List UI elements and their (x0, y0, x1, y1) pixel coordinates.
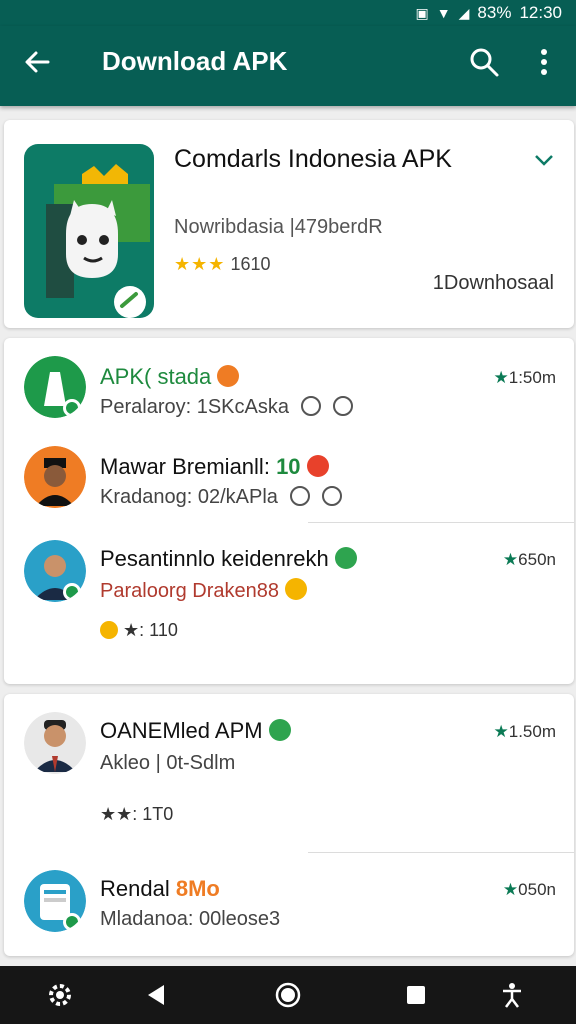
signal-icon: ◢ (458, 5, 470, 21)
item-time: ★1:50m (493, 368, 557, 387)
list-item[interactable]: Mawar Bremianll: 10 Kradanog: 02/kAPla (4, 446, 574, 526)
item-title: OANEMled APM (100, 718, 291, 744)
item-time: ★1.50m (493, 722, 557, 741)
emoji-icon (306, 455, 329, 477)
verified-badge-icon (268, 719, 291, 741)
app-logo-icon (24, 144, 154, 318)
list-item[interactable]: Pesantinnlo keidenrekh Paraloorg Draken8… (4, 540, 574, 660)
review-list-card: OANEMled APM Akleo | 0t-Sdlm ★★: 1T0 ★1.… (4, 694, 574, 956)
list-item[interactable]: APK( stada Peralaroy: 1SKcAska ★1:50m (4, 356, 574, 436)
avatar (24, 540, 86, 602)
status-icon (332, 396, 353, 416)
verified-badge-icon (217, 365, 240, 387)
rating-stars: ★★★ (174, 254, 226, 274)
page-title: Download APK (102, 46, 288, 76)
status-icon (321, 486, 342, 506)
app-bar: Download APK (0, 26, 576, 106)
item-title: Pesantinnlo keidenrekh (100, 546, 357, 572)
emoji-icon (100, 621, 118, 639)
status-icon (289, 486, 310, 506)
item-title: APK( stada (100, 364, 240, 390)
recents-square-icon[interactable] (402, 981, 430, 1009)
list-item[interactable]: OANEMled APM Akleo | 0t-Sdlm ★★: 1T0 ★1.… (4, 712, 574, 842)
accessibility-icon[interactable] (498, 981, 526, 1009)
list-item[interactable]: Rendal 8Mo Mladanoa: 00leose3 ★050n (4, 870, 574, 950)
item-subtitle: Mladanoa: 00leose3 (100, 908, 281, 930)
chevron-down-icon[interactable] (532, 148, 556, 172)
status-icon (300, 396, 321, 416)
item-time: ★050n (502, 880, 556, 899)
download-button[interactable]: 1Downhosaal (433, 272, 554, 295)
divider (308, 852, 574, 853)
app-summary-card[interactable]: Comdarls Indonesia APK Nowribdasia |479b… (4, 120, 574, 328)
nfc-icon: ▣ (415, 5, 429, 21)
emoji-icon (285, 578, 307, 600)
settings-icon[interactable] (46, 981, 74, 1009)
app-developer: Nowribdasia |479berdR (174, 216, 383, 238)
item-subtitle: Peralaroy: 1SKcAska (100, 396, 353, 419)
item-title: Rendal 8Mo (100, 876, 220, 901)
avatar (24, 356, 86, 418)
item-subtitle: Paraloorg Draken88 (100, 578, 307, 603)
app-name: Comdarls Indonesia APK (174, 145, 452, 173)
avatar (24, 712, 86, 774)
search-icon[interactable] (466, 44, 502, 80)
item-subtitle: Akleo | 0t-Sdlm (100, 752, 236, 774)
item-subtitle: Kradanog: 02/kAPla (100, 486, 342, 509)
back-arrow-icon[interactable] (20, 44, 56, 80)
battery-level: 83% (477, 3, 512, 22)
rating-count: 1610 (230, 254, 271, 274)
item-rating: ★: 110 (100, 620, 178, 641)
home-circle-icon[interactable] (274, 981, 302, 1009)
avatar (24, 870, 86, 932)
status-bar: ▣ ▼ ◢ 83% 12:30 (0, 0, 576, 26)
item-title: Mawar Bremianll: 10 (100, 454, 329, 480)
divider (308, 522, 574, 523)
app-rating: ★★★ 1610 (174, 254, 270, 275)
system-nav-bar (0, 966, 576, 1024)
item-time: ★650n (502, 550, 556, 569)
avatar (24, 446, 86, 508)
more-vert-icon[interactable] (530, 44, 558, 80)
wifi-icon: ▼ (436, 5, 451, 21)
review-list-card: APK( stada Peralaroy: 1SKcAska ★1:50m Ma… (4, 338, 574, 684)
clock: 12:30 (519, 3, 562, 22)
item-rating: ★★: 1T0 (100, 804, 174, 824)
verified-badge-icon (334, 547, 357, 569)
back-triangle-icon[interactable] (142, 981, 170, 1009)
